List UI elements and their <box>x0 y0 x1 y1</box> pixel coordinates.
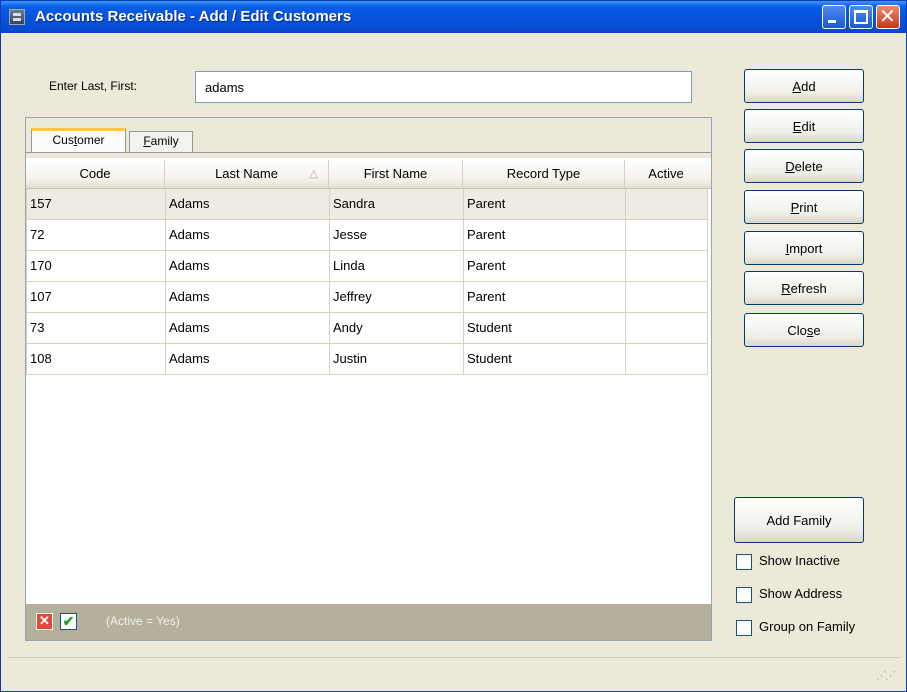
show-address-checkbox[interactable] <box>736 587 752 603</box>
maximize-button[interactable] <box>849 5 873 29</box>
cell-last-name: Adams <box>166 282 330 312</box>
cell-record-type: Parent <box>464 251 626 281</box>
tab-family-label-post: amily <box>150 134 179 148</box>
cell-first-name: Andy <box>330 313 464 343</box>
edit-button[interactable]: Edit <box>744 109 864 143</box>
table-row[interactable]: 72 Adams Jesse Parent <box>26 220 708 251</box>
filter-enabled-checkbox[interactable]: ✔ <box>60 613 77 630</box>
close-button-label-pre: Clo <box>787 322 807 338</box>
minimize-icon <box>828 20 836 23</box>
cell-first-name: Justin <box>330 344 464 374</box>
filter-expression[interactable]: (Active = Yes) <box>106 614 180 628</box>
cell-last-name: Adams <box>166 251 330 281</box>
status-bar: ⋰⋰ <box>7 657 900 686</box>
refresh-button[interactable]: Refresh <box>744 271 864 305</box>
cell-record-type: Parent <box>464 282 626 312</box>
tab-family[interactable]: Family <box>129 131 193 152</box>
table-row[interactable]: 108 Adams Justin Student <box>26 344 708 375</box>
close-button-label: e <box>813 322 821 338</box>
cell-code: 73 <box>27 313 166 343</box>
title-bar[interactable]: Accounts Receivable - Add / Edit Custome… <box>1 1 906 33</box>
search-label: Enter Last, First: <box>49 79 138 93</box>
group-on-family-checkbox[interactable] <box>736 620 752 636</box>
tab-strip: Customer Family <box>26 118 711 158</box>
delete-button[interactable]: Delete <box>744 149 864 183</box>
add-button[interactable]: Add <box>744 69 864 103</box>
maximize-icon <box>854 10 868 24</box>
cell-code: 108 <box>27 344 166 374</box>
tab-divider <box>26 152 711 153</box>
column-header-last-name-label: Last Name <box>215 166 278 181</box>
customer-panel: Customer Family Code Last Name △ First Na… <box>25 117 712 641</box>
table-row[interactable]: 170 Adams Linda Parent <box>26 251 708 282</box>
cell-last-name: Adams <box>166 220 330 250</box>
cell-active <box>626 313 708 343</box>
print-button[interactable]: Print <box>744 190 864 224</box>
search-input[interactable] <box>195 71 692 103</box>
cell-last-name: Adams <box>166 313 330 343</box>
close-button[interactable]: Close <box>744 313 864 347</box>
cell-record-type: Parent <box>464 220 626 250</box>
cell-record-type: Parent <box>464 189 626 219</box>
cell-last-name: Adams <box>166 344 330 374</box>
refresh-button-label: efresh <box>790 280 827 296</box>
cell-first-name: Linda <box>330 251 464 281</box>
table-row[interactable]: 157 Adams Sandra Parent <box>26 189 708 220</box>
column-header-record-type[interactable]: Record Type <box>463 160 625 188</box>
show-inactive-label: Show Inactive <box>759 553 840 568</box>
window-title: Accounts Receivable - Add / Edit Custome… <box>35 8 352 25</box>
cell-first-name: Jeffrey <box>330 282 464 312</box>
delete-button-key: D <box>785 158 795 174</box>
cell-record-type: Student <box>464 313 626 343</box>
edit-button-label: dit <box>801 118 816 134</box>
tab-customer-label-pre: Cus <box>52 133 74 147</box>
cell-active <box>626 189 708 219</box>
grid-header: Code Last Name △ First Name Record Type A… <box>26 160 711 189</box>
cell-first-name: Sandra <box>330 189 464 219</box>
import-button-label: mport <box>789 240 823 256</box>
print-button-key: P <box>790 199 800 215</box>
cell-code: 170 <box>27 251 166 281</box>
column-header-last-name[interactable]: Last Name △ <box>165 160 329 188</box>
close-icon: ✕ <box>879 4 896 28</box>
cell-active <box>626 251 708 281</box>
print-button-label: rint <box>799 199 818 215</box>
cell-active <box>626 344 708 374</box>
filter-bar: ✕ ✔ (Active = Yes) <box>26 604 711 640</box>
cell-record-type: Student <box>464 344 626 374</box>
minimize-button[interactable] <box>822 5 846 29</box>
delete-button-label: elete <box>794 158 823 174</box>
cell-code: 72 <box>27 220 166 250</box>
clear-filter-icon[interactable]: ✕ <box>36 613 53 630</box>
table-row[interactable]: 73 Adams Andy Student <box>26 313 708 344</box>
tab-customer-label-post: omer <box>77 133 105 147</box>
sort-ascending-icon: △ <box>309 168 318 180</box>
column-header-first-name[interactable]: First Name <box>329 160 463 188</box>
refresh-button-key: R <box>781 280 791 296</box>
cell-code: 107 <box>27 282 166 312</box>
cell-code: 157 <box>27 189 166 219</box>
group-on-family-label: Group on Family <box>759 619 856 634</box>
column-header-code[interactable]: Code <box>26 160 165 188</box>
add-family-button[interactable]: Add Family <box>734 497 864 543</box>
tab-customer[interactable]: Customer <box>31 128 126 152</box>
add-button-label: dd <box>801 78 816 94</box>
column-header-active[interactable]: Active <box>625 160 707 188</box>
close-window-button[interactable]: ✕ <box>876 4 900 29</box>
show-inactive-checkbox[interactable] <box>736 554 752 570</box>
cell-active <box>626 220 708 250</box>
cell-last-name: Adams <box>166 189 330 219</box>
tab-family-label-key: F <box>143 134 151 148</box>
table-row[interactable]: 107 Adams Jeffrey Parent <box>26 282 708 313</box>
show-address-label: Show Address <box>759 586 843 601</box>
window: Accounts Receivable - Add / Edit Custome… <box>0 0 907 692</box>
app-icon <box>9 9 25 25</box>
add-button-key: A <box>792 78 802 94</box>
resize-grip-icon[interactable]: ⋰⋰ <box>876 669 896 682</box>
cell-active <box>626 282 708 312</box>
cell-first-name: Jesse <box>330 220 464 250</box>
import-button[interactable]: Import <box>744 231 864 265</box>
